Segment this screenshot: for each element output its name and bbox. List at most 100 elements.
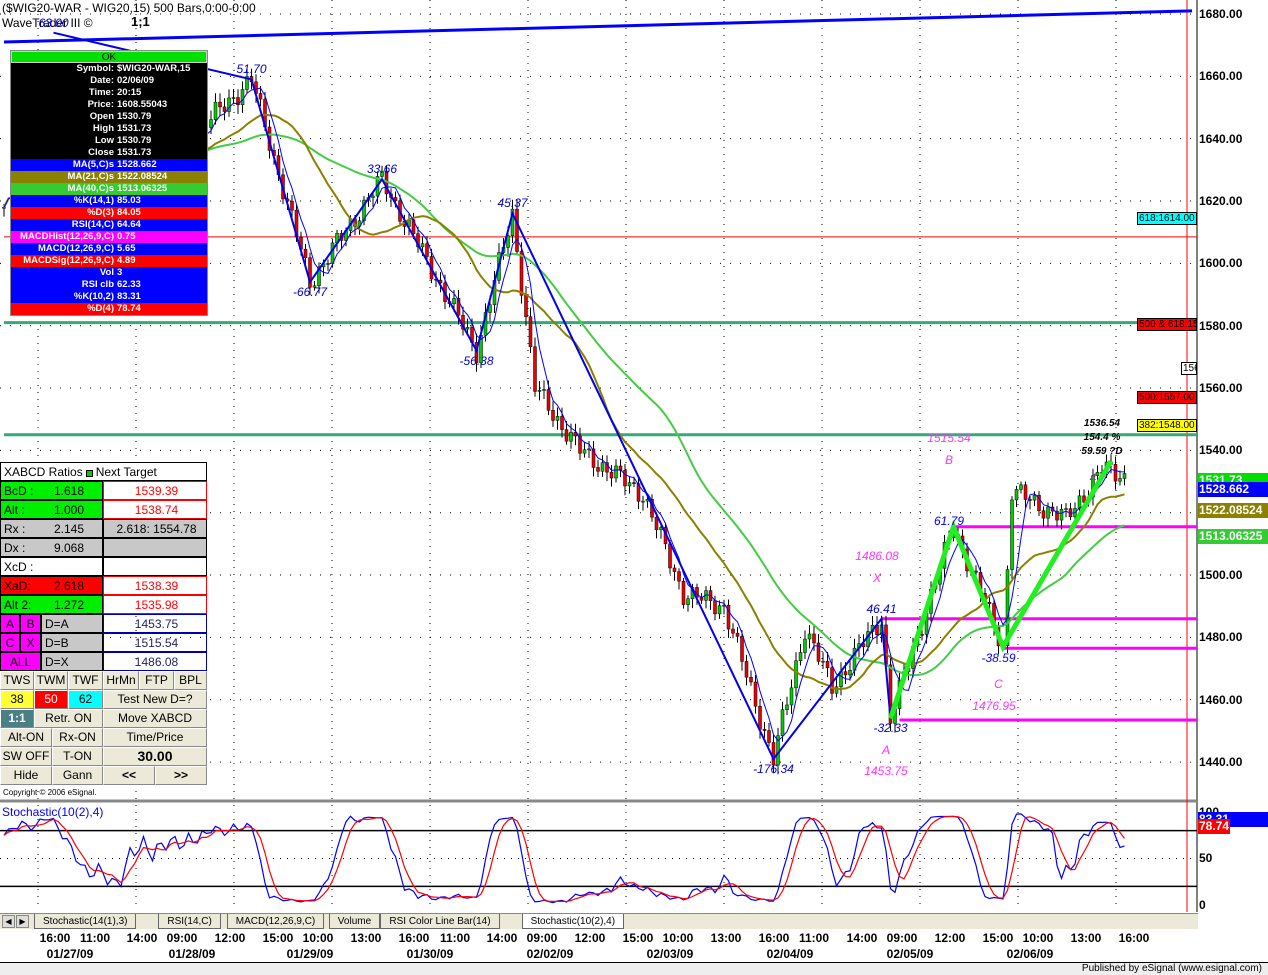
one-to-one-button[interactable]: 1:1 [0,709,34,728]
data-value: 1608.55043 [117,99,168,110]
candle [573,423,578,446]
date-label: 01/30/09 [406,947,454,961]
sw-off-button[interactable]: SW OFF [0,747,52,766]
study-tab[interactable]: RSI(14,C) [158,914,221,929]
move-xabcd-button[interactable]: Move XABCD [103,709,207,728]
data-value: 78.74 [117,303,141,314]
footer: Published by eSignal (www.esignal.com) [0,962,1268,975]
t-on-button[interactable]: T-ON [52,747,103,766]
study-tab[interactable]: MACD(12,26,9,C) [226,914,325,929]
candle [803,630,807,660]
price-tag: 1513.06325 [1198,529,1268,545]
test-new-d-button[interactable]: Test New D=? [103,690,207,709]
data-row: MA(5,C)s 1528.662 [11,159,207,171]
alt-on-button[interactable]: Alt-ON [0,728,52,747]
point-toggle[interactable]: A [0,614,20,633]
hide-button[interactable]: Hide [0,766,52,785]
time-label: 14:00 [486,931,518,945]
price-axis-label: 1560.00 [1199,381,1243,396]
ratio-cell: Alt 2: 1.272 [0,595,103,614]
data-key: MA(5,C)s [72,159,114,170]
data-row: MACDHist(12,26,9,C) 0.75 [11,231,207,243]
point-toggle[interactable]: C [0,633,20,652]
candle [1064,503,1068,518]
d-label: D=B [41,633,103,652]
data-key: Close [88,147,114,158]
ratio-name: Dx : [4,541,26,555]
data-key: MACDHist(12,26,9,C) [20,231,114,242]
level-50-button[interactable]: 50 [34,690,68,709]
bpl-button[interactable]: BPL [174,671,207,690]
twm-button[interactable]: TWM [34,671,68,690]
wave-label: 63.00 [38,15,69,30]
data-value: 1528.662 [117,159,157,170]
ratio-cell: Dx : 9.068 [0,538,103,557]
study-tab[interactable]: RSI Color Line Bar(14) [380,914,500,929]
candle [717,600,722,619]
candle [618,459,623,478]
point-toggle[interactable]: B [20,614,41,633]
pattern-label: B [944,452,954,467]
study-tab[interactable]: Stochastic(10(2),4) [521,914,625,929]
wave-label: 45.37 [497,196,528,211]
previous-button[interactable]: << [103,766,155,785]
ratio-value: 2.145 [54,522,85,536]
tws-button[interactable]: TWS [0,671,34,690]
hrmn-button[interactable]: HrMn [103,671,139,690]
price-tag: 1528.662 [1198,482,1268,498]
time-label: 15:00 [982,931,1014,945]
study-tab[interactable]: Volume [328,914,381,929]
twf-button[interactable]: TWF [68,671,103,690]
ftp-button[interactable]: FTP [139,671,174,690]
candle [794,652,798,697]
candle [240,81,245,113]
data-row: Vol 3 [11,267,207,279]
scroll-left-icon[interactable]: ◀ [2,915,15,928]
candle [753,675,758,714]
candle [1113,456,1118,490]
time-price-value[interactable]: 30.00 [103,747,207,766]
ok-button[interactable]: OK [11,51,207,63]
data-row: MA(40,C)s 1513.06325 [11,183,207,195]
point-toggle[interactable]: X [20,633,41,652]
data-row: Price: 1608.55043 [11,99,207,111]
data-row: MACD(12,26,9,C) 5.65 [11,243,207,255]
candle [798,643,803,666]
study-tab[interactable]: Stochastic(14(1),3) [34,914,137,929]
pattern-label: C [994,677,1003,692]
rx-on-button[interactable]: Rx-ON [52,728,103,747]
time-price-button[interactable]: Time/Price [103,728,207,747]
ratio-name: Rx : [4,522,26,536]
ratio-row: Alt 2: 1.272 1535.98 [0,595,207,614]
data-key: RSI(14,C) [71,219,114,230]
data-row: Date: 02/06/09 [11,75,207,87]
candle [627,476,632,494]
data-key: MACD(12,26,9,C) [37,243,114,254]
candle [1014,485,1019,508]
d-row: ALL D=X 1486.08 [0,652,207,671]
candle [1118,470,1122,486]
target-value: 2.618: 1554.78 [103,519,207,538]
price-axis-label: 1500.00 [1199,568,1243,583]
level-62-button[interactable]: 62 [68,690,103,709]
candle [551,401,555,427]
data-value: 1531.73 [117,147,152,158]
candle [708,585,713,610]
candle [1019,481,1023,494]
retr-on-button[interactable]: Retr. ON [34,709,103,728]
time-label: 10:00 [1022,931,1054,945]
candle [1122,465,1127,486]
scroll-right-icon[interactable]: ▶ [16,915,29,928]
candle [699,593,704,604]
all-toggle[interactable]: ALL [0,652,41,671]
stoch-axis-0: 0 [1199,898,1206,912]
time-label: 16:00 [758,931,790,945]
level-38-button[interactable]: 38 [0,690,34,709]
next-button[interactable]: >> [155,766,207,785]
pattern-label: 1453.75 [864,764,908,779]
gann-button[interactable]: Gann [52,766,103,785]
date-label: 02/03/09 [646,947,694,961]
pattern-label: X [872,571,882,586]
candle [789,679,794,714]
candle [326,259,330,271]
